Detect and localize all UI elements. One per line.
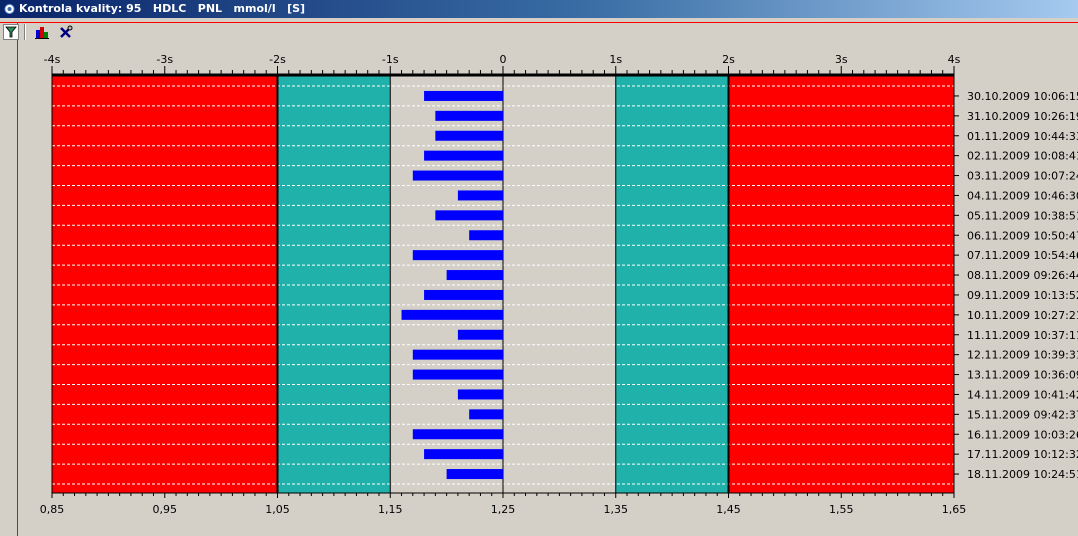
bar (457, 329, 503, 340)
category-label: 12.11.2009 10:39:31 (967, 349, 1078, 362)
category-label: 03.11.2009 10:07:24 (967, 170, 1078, 183)
bar (424, 449, 503, 460)
bar (424, 150, 503, 161)
top-tick-label: -1s (382, 53, 399, 66)
top-tick-label: -4s (44, 53, 61, 66)
top-tick-label: 3s (835, 53, 848, 66)
bottom-tick-label: 1,25 (491, 503, 516, 516)
category-label: 11.11.2009 10:37:11 (967, 329, 1078, 342)
category-label: 16.11.2009 10:03:26 (967, 428, 1078, 441)
bottom-tick-label: 0,95 (153, 503, 178, 516)
category-label: 04.11.2009 10:46:30 (967, 189, 1078, 202)
bar (412, 349, 503, 360)
sigma-chart: -4s -3s -2s -1s 0 1s 2s 3s 4s 0,85 0,95 1,05 1,15 1,2… (40, 53, 1078, 516)
bottom-tick-label: 1,55 (829, 503, 854, 516)
category-label: 02.11.2009 10:08:41 (967, 150, 1078, 163)
category-label: 18.11.2009 10:24:51 (967, 468, 1078, 481)
top-tick-label: 1s (609, 53, 622, 66)
zone-band-4 (728, 75, 954, 493)
zone-band-1 (277, 75, 391, 493)
category-label: 17.11.2009 10:12:32 (967, 448, 1078, 461)
bar (457, 389, 503, 400)
zone-band-0 (52, 75, 278, 493)
category-label: 14.11.2009 10:41:42 (967, 388, 1078, 401)
bar (435, 210, 503, 221)
top-tick-label: 2s (722, 53, 735, 66)
bar (457, 190, 503, 201)
category-label: 07.11.2009 10:54:46 (967, 249, 1078, 262)
bar (469, 230, 503, 241)
bar (446, 469, 503, 480)
category-label: 31.10.2009 10:26:19 (967, 110, 1078, 123)
category-label: 13.11.2009 10:36:09 (967, 369, 1078, 382)
bar (424, 90, 503, 101)
category-label: 01.11.2009 10:44:33 (967, 130, 1078, 143)
top-tick-label: -3s (156, 53, 173, 66)
bottom-tick-label: 1,15 (378, 503, 403, 516)
bar (435, 130, 503, 141)
bar (412, 170, 503, 181)
category-label: 10.11.2009 10:27:21 (967, 309, 1078, 322)
bar (469, 409, 503, 420)
category-label: 05.11.2009 10:38:51 (967, 209, 1078, 222)
bottom-tick-label: 1,65 (942, 503, 967, 516)
bar (412, 429, 503, 440)
bottom-tick-label: 1,45 (716, 503, 741, 516)
bar (446, 270, 503, 281)
top-tick-label: 0 (500, 53, 507, 66)
zone-band-3 (615, 75, 729, 493)
category-label: 30.10.2009 10:06:15 (967, 90, 1078, 103)
category-label: 08.11.2009 09:26:44 (967, 269, 1078, 282)
bar (401, 309, 503, 320)
top-tick-label: -2s (269, 53, 286, 66)
category-label: 15.11.2009 09:42:37 (967, 408, 1078, 421)
bottom-tick-label: 1,05 (265, 503, 290, 516)
bar (412, 369, 503, 380)
category-label: 06.11.2009 10:50:47 (967, 229, 1078, 242)
bottom-tick-label: 1,35 (604, 503, 629, 516)
bar (424, 289, 503, 300)
bottom-tick-label: 0,85 (40, 503, 65, 516)
category-label: 09.11.2009 10:13:52 (967, 289, 1078, 302)
bar (412, 250, 503, 261)
top-tick-label: 4s (948, 53, 961, 66)
bar (435, 110, 503, 121)
